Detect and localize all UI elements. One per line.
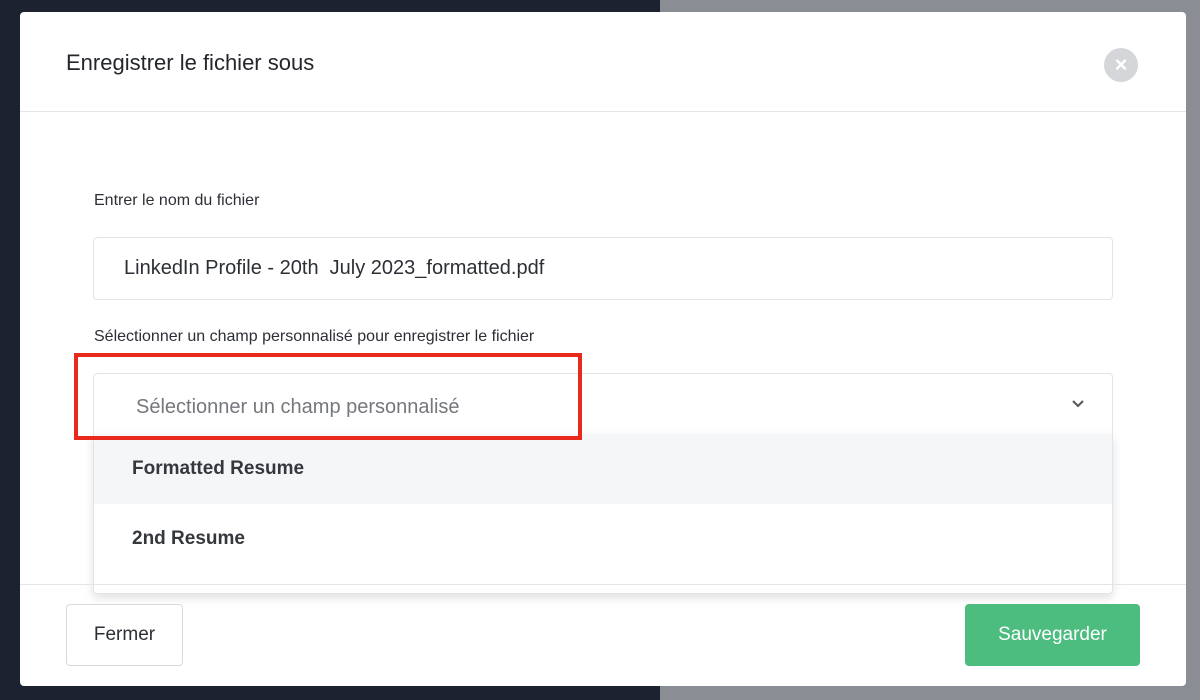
file-name-input[interactable] — [93, 237, 1113, 300]
custom-field-select[interactable]: Sélectionner un champ personnalisé — [93, 373, 1113, 437]
option-label: Formatted Resume — [132, 458, 305, 479]
close-icon[interactable]: × — [1104, 48, 1138, 82]
option-2nd-resume[interactable]: 2nd Resume — [94, 504, 1112, 574]
dialog-header: Enregistrer le fichier sous × — [20, 12, 1186, 112]
option-formatted-resume[interactable]: Formatted Resume — [94, 434, 1112, 504]
save-file-dialog: Enregistrer le fichier sous × Entrer le … — [20, 12, 1186, 686]
custom-field-dropdown: Formatted Resume 2nd Resume — [93, 434, 1113, 594]
chevron-down-icon — [1072, 400, 1084, 408]
dialog-title: Enregistrer le fichier sous — [66, 50, 315, 75]
footer-divider — [20, 584, 1186, 585]
file-name-label: Entrer le nom du fichier — [94, 192, 260, 209]
custom-field-label: Sélectionner un champ personnalisé pour … — [94, 328, 535, 345]
save-button[interactable]: Sauvegarder — [965, 604, 1140, 666]
option-label: 2nd Resume — [132, 528, 245, 549]
select-placeholder: Sélectionner un champ personnalisé — [136, 396, 460, 418]
close-button[interactable]: Fermer — [66, 604, 183, 666]
